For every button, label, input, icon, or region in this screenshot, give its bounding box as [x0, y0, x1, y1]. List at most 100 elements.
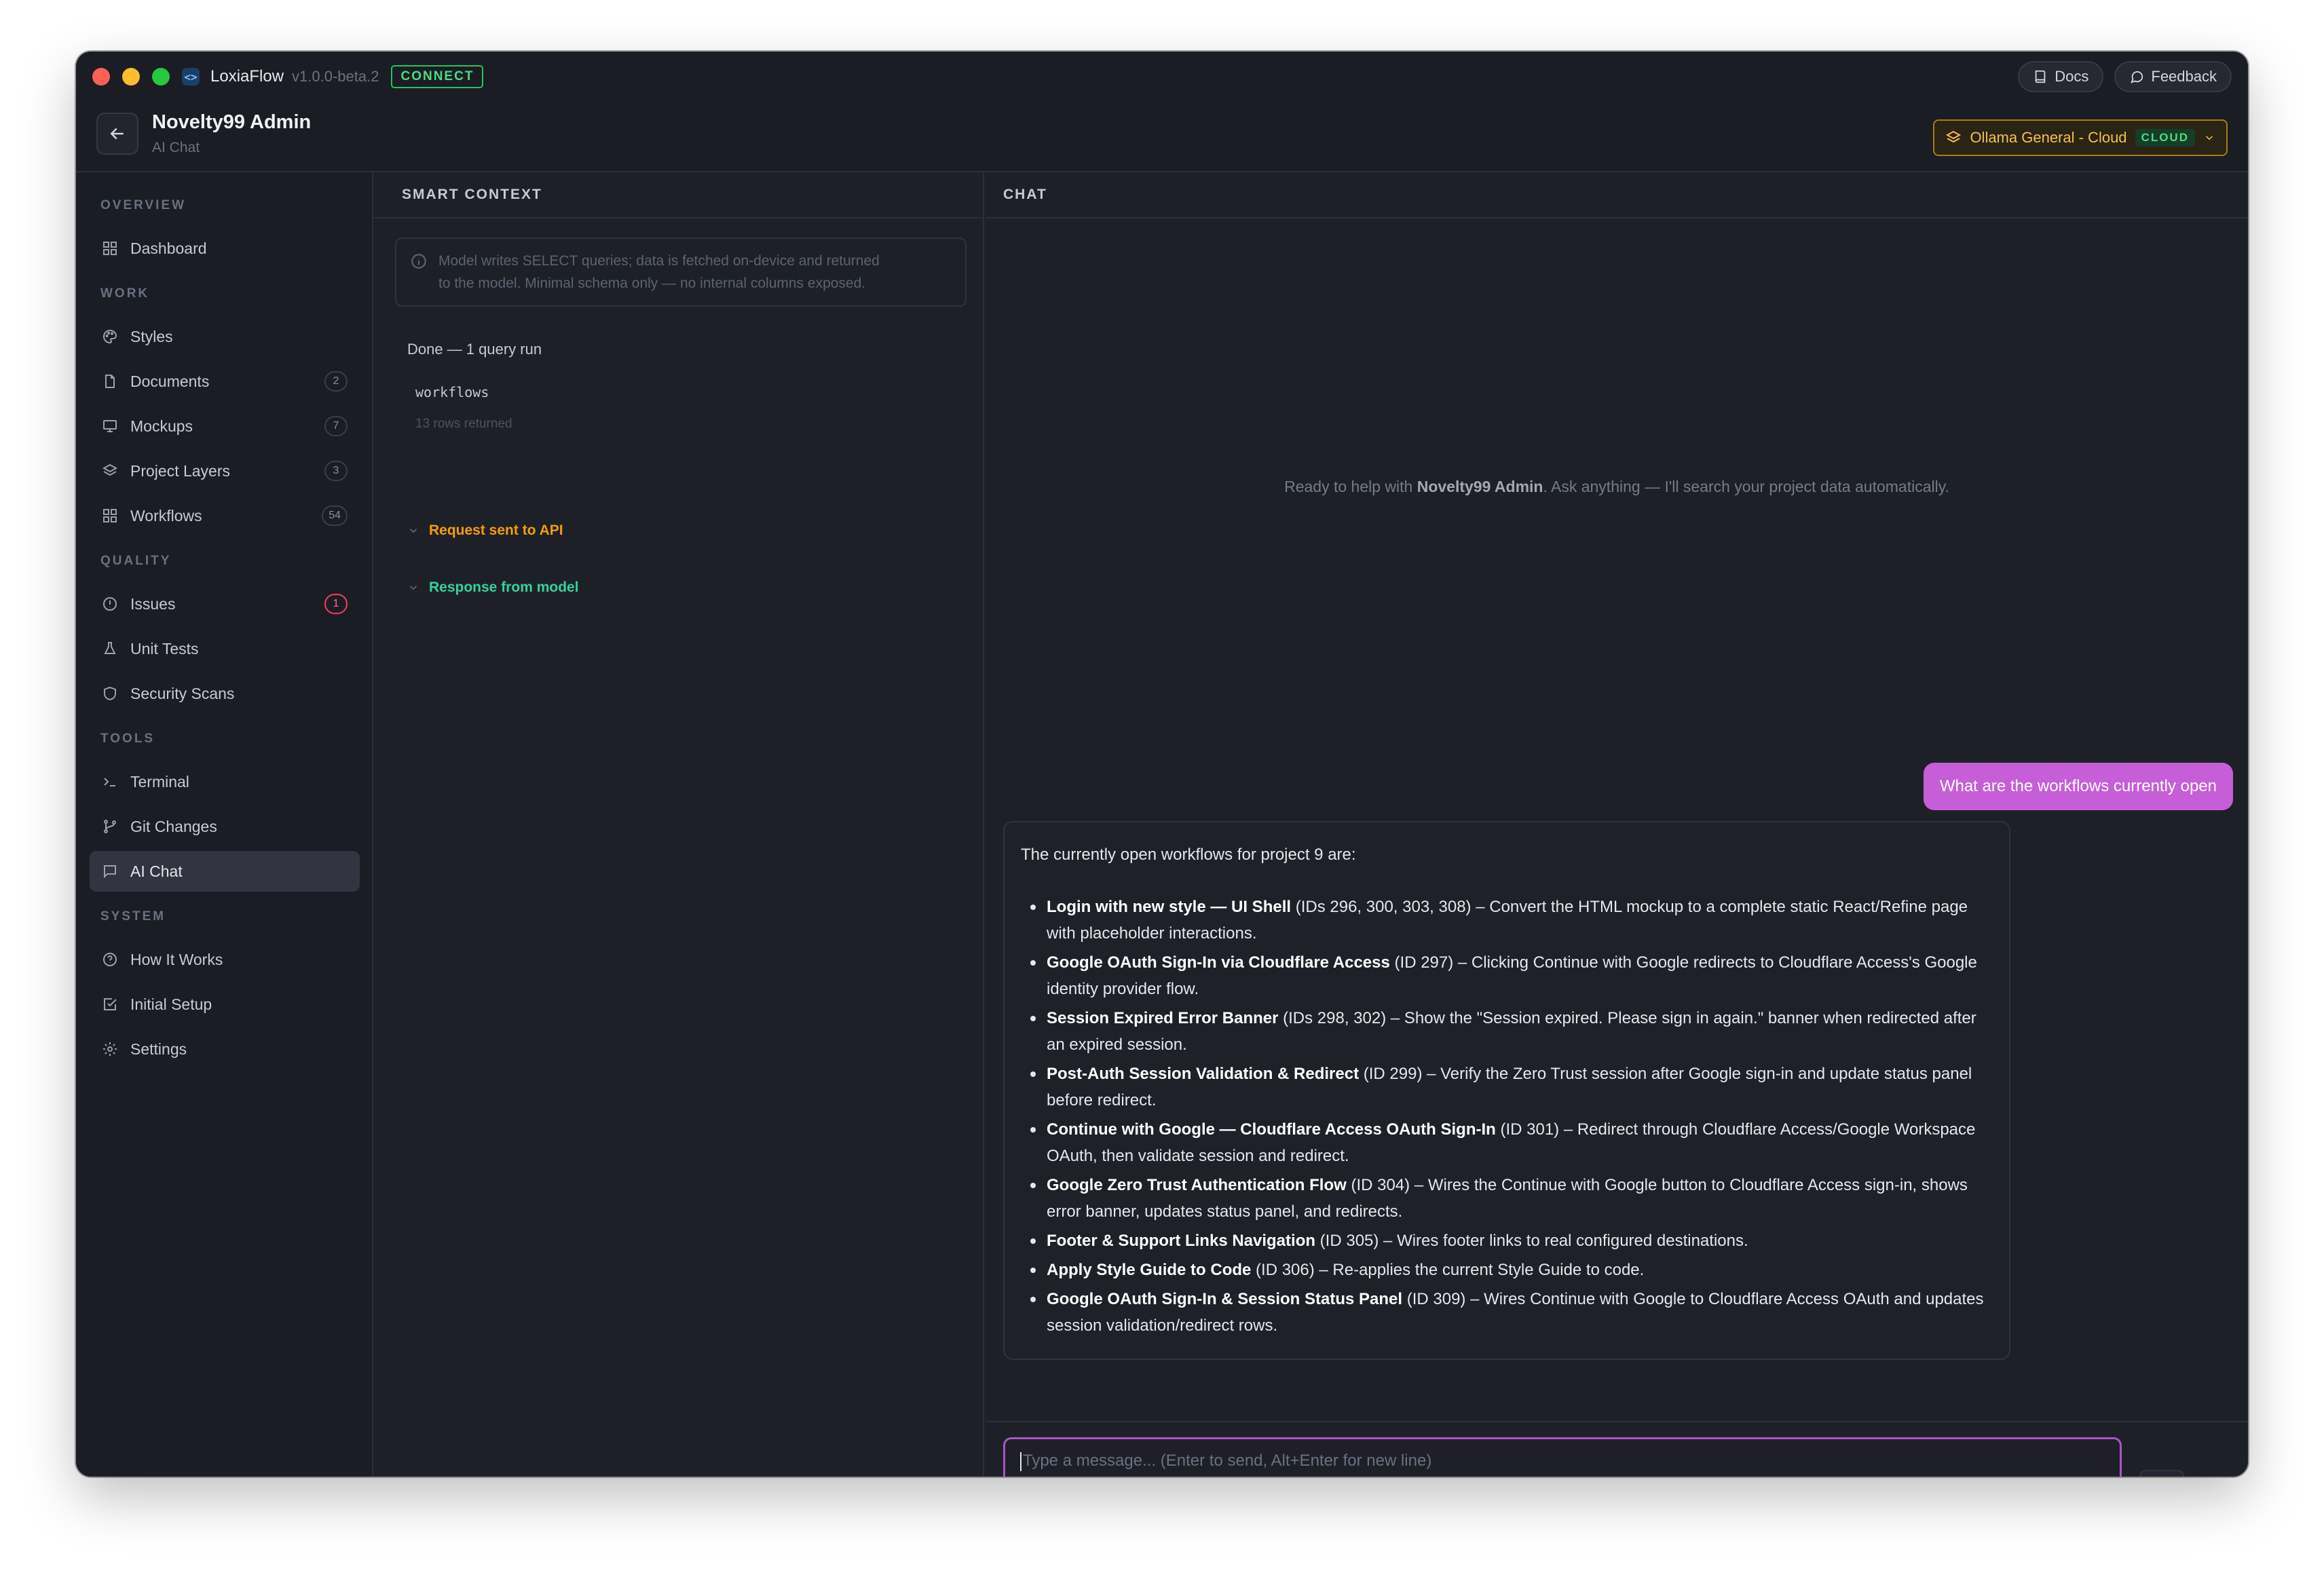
chat-heading: CHAT: [986, 172, 2248, 218]
info-icon: [411, 254, 426, 269]
sidebar-item-how-it-works[interactable]: How It Works: [90, 939, 360, 980]
shield-icon: [104, 686, 116, 701]
sidebar-item-project-layers[interactable]: Project Layers 3: [90, 451, 360, 491]
connect-button[interactable]: CONNECT: [391, 65, 484, 88]
sidebar-item-label: Settings: [130, 1040, 187, 1058]
empty-suffix: . Ask anything — I'll search your projec…: [1543, 478, 1949, 495]
sidebar-item-documents[interactable]: Documents 2: [90, 361, 360, 402]
response-toggle[interactable]: Response from model: [407, 580, 579, 596]
sidebar-item-label: Unit Tests: [130, 639, 199, 658]
clear-chat-button[interactable]: [2139, 1470, 2184, 1477]
monitor-icon: [103, 420, 117, 432]
text-caret: [1020, 1451, 1022, 1471]
smart-context-panel: SMART CONTEXT Model writes SELECT querie…: [373, 172, 984, 1477]
workflow-title: Session Expired Error Banner: [1047, 1009, 1279, 1027]
query-table-name: workflows: [415, 384, 489, 400]
workflow-list: Login with new style — UI Shell (IDs 296…: [1021, 894, 1993, 1339]
sidebar-item-initial-setup[interactable]: Initial Setup: [90, 984, 360, 1025]
user-message-bubble: What are the workflows currently open: [1923, 763, 2233, 810]
project-layers-count: 3: [324, 461, 348, 481]
close-window-button[interactable]: [92, 68, 110, 86]
section-work: WORK: [100, 286, 150, 301]
list-item: Google Zero Trust Authentication Flow (I…: [1021, 1172, 1993, 1225]
sidebar-item-git-changes[interactable]: Git Changes: [90, 806, 360, 847]
minimize-window-button[interactable]: [122, 68, 140, 86]
message-square-icon: [104, 865, 116, 879]
message-input[interactable]: Type a message... (Enter to send, Alt+En…: [1003, 1437, 2122, 1477]
sidebar-item-label: Issues: [130, 594, 176, 613]
workflows-count: 54: [322, 506, 348, 526]
list-item: Continue with Google — Cloudflare Access…: [1021, 1116, 1993, 1169]
sidebar-item-label: Styles: [130, 327, 173, 345]
alert-circle-icon: [103, 597, 117, 611]
chat-panel: CHAT Ready to help with Novelty99 Admin.…: [986, 172, 2248, 1477]
settings-icon: [103, 1042, 117, 1056]
feedback-label: Feedback: [2151, 68, 2217, 85]
layers-icon: [102, 463, 118, 476]
context-info-box: Model writes SELECT queries; data is fet…: [395, 238, 967, 307]
sidebar-item-label: AI Chat: [130, 862, 183, 880]
rows-returned: 13 rows returned: [415, 417, 512, 431]
list-item: Google OAuth Sign-In & Session Status Pa…: [1021, 1286, 1993, 1339]
window-controls: [92, 68, 170, 86]
flask-icon: [104, 642, 116, 654]
sidebar-item-label: Mockups: [130, 417, 193, 435]
sidebar-item-terminal[interactable]: Terminal: [90, 761, 360, 802]
workflow-title: Google Zero Trust Authentication Flow: [1047, 1176, 1347, 1194]
query-status: Done — 1 query run: [407, 341, 542, 358]
help-circle-icon: [103, 953, 117, 966]
palette-icon: [103, 329, 117, 344]
sidebar-item-label: Project Layers: [130, 461, 231, 480]
assistant-intro: The currently open workflows for project…: [1021, 846, 1356, 864]
chevron-down-icon: [2205, 136, 2213, 140]
sidebar-item-workflows[interactable]: Workflows 54: [90, 495, 360, 536]
maximize-window-button[interactable]: [152, 68, 170, 86]
git-branch-icon: [104, 820, 116, 833]
assistant-message: The currently open workflows for project…: [1003, 821, 2010, 1360]
docs-button[interactable]: Docs: [2018, 61, 2104, 92]
app-name: LoxiaFlow: [210, 67, 284, 86]
file-icon: [105, 375, 115, 388]
book-icon: [2035, 70, 2046, 83]
message-circle-icon: [2131, 71, 2143, 83]
sidebar-item-settings[interactable]: Settings: [90, 1029, 360, 1069]
context-info-line-2: to the model. Minimal schema only — no i…: [438, 276, 866, 291]
sidebar-item-mockups[interactable]: Mockups 7: [90, 406, 360, 446]
list-item: Login with new style — UI Shell (IDs 296…: [1021, 894, 1993, 947]
app-window: <> LoxiaFlow v1.0.0-beta.2 CONNECT Docs …: [76, 52, 2248, 1477]
list-item: Apply Style Guide to Code (ID 306) – Re-…: [1021, 1257, 1993, 1283]
sidebar-item-ai-chat[interactable]: AI Chat: [90, 851, 360, 892]
feedback-button[interactable]: Feedback: [2114, 61, 2232, 92]
workflow-title: Google OAuth Sign-In & Session Status Pa…: [1047, 1290, 1403, 1308]
empty-prefix: Ready to help with: [1284, 478, 1417, 495]
sidebar-item-issues[interactable]: Issues 1: [90, 584, 360, 624]
page-subtitle: AI Chat: [152, 140, 200, 155]
layers-icon: [1946, 130, 1962, 143]
model-selector[interactable]: Ollama General - Cloud CLOUD: [1933, 119, 2228, 156]
page-title: Novelty99 Admin: [152, 111, 312, 133]
app-version: v1.0.0-beta.2: [292, 68, 379, 85]
list-item: Post-Auth Session Validation & Redirect …: [1021, 1061, 1993, 1114]
documents-count: 2: [324, 371, 348, 392]
app-logo-icon: <>: [182, 68, 200, 86]
chevron-down-icon: [409, 586, 417, 590]
sidebar-item-unit-tests[interactable]: Unit Tests: [90, 628, 360, 669]
sidebar-item-label: Initial Setup: [130, 995, 212, 1013]
sidebar-item-label: Terminal: [130, 772, 189, 791]
check-square-icon: [104, 998, 117, 1010]
sidebar-item-dashboard[interactable]: Dashboard: [90, 228, 360, 269]
terminal-icon: [104, 778, 115, 786]
sidebar-item-security-scans[interactable]: Security Scans: [90, 673, 360, 714]
title-bar: <> LoxiaFlow v1.0.0-beta.2 CONNECT Docs …: [76, 52, 2248, 102]
back-button[interactable]: [96, 113, 138, 155]
section-system: SYSTEM: [100, 909, 166, 924]
sidebar-item-styles[interactable]: Styles: [90, 316, 360, 357]
request-sent-toggle[interactable]: Request sent to API: [407, 522, 563, 539]
workflow-detail: (ID 306) – Re-applies the current Style …: [1251, 1261, 1645, 1279]
sidebar-item-label: Security Scans: [130, 684, 235, 702]
section-overview: OVERVIEW: [100, 198, 187, 212]
sidebar-item-label: How It Works: [130, 950, 223, 968]
grid-icon: [103, 242, 117, 255]
section-quality: QUALITY: [100, 554, 172, 568]
workflow-detail: (ID 305) – Wires footer links to real co…: [1315, 1232, 1748, 1250]
